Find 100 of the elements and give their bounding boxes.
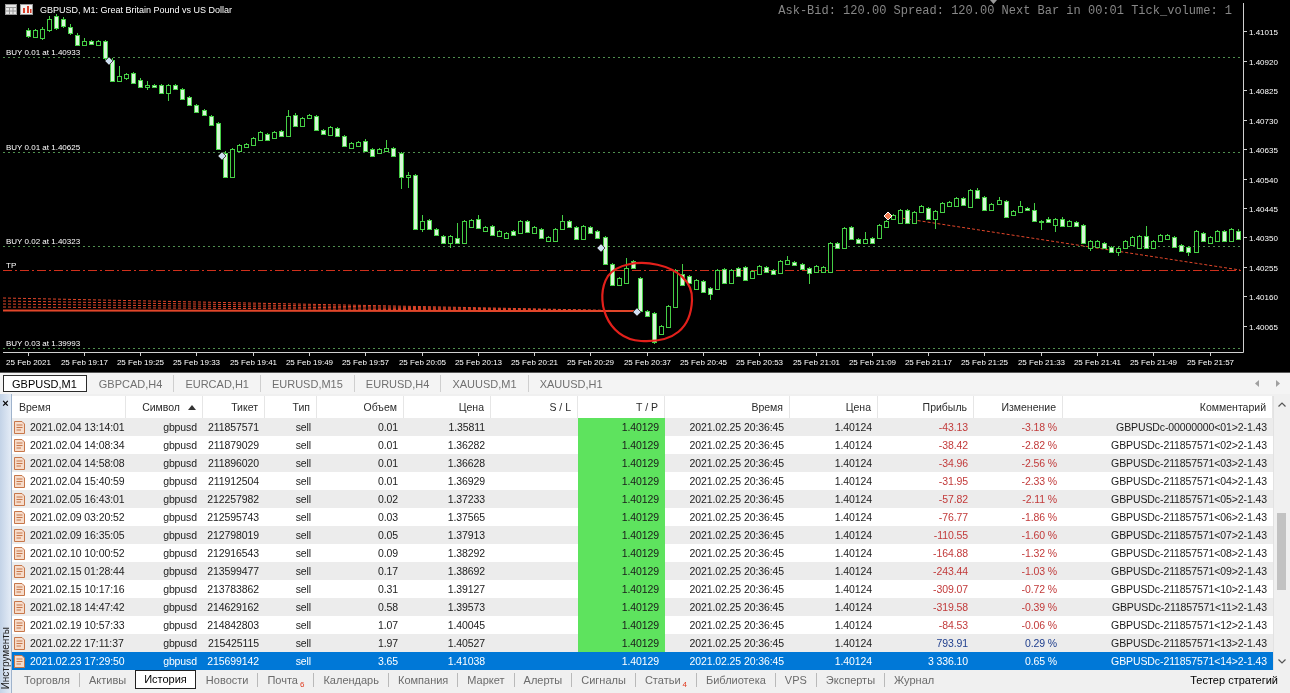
table-cell-text: 1.40124 (833, 528, 873, 543)
table-cell-text: 211912504 (207, 474, 260, 489)
chart-tab[interactable]: EURCAD,H1 (173, 375, 260, 392)
table-cell-text: 1.35811 (447, 420, 486, 435)
time-axis-label: 25 Feb 2021 (6, 358, 51, 367)
candlestick (638, 276, 643, 313)
table-row[interactable]: 2021.02.04 14:58:08 gbpusd 211896020 sell 0.01 1.36628 1.40129 2021.02.25 20:36:45 1.40124 -34.96 -2.56 % GBPUSDc-211857571<03>2-1.43 (12, 454, 1273, 472)
strategy-tester-tab[interactable]: Тестер стратегий (1190, 674, 1278, 686)
candlestick (68, 23, 73, 36)
panel-tab[interactable]: Маркет (457, 673, 514, 687)
chart-tab[interactable]: XAUUSD,H1 (527, 375, 614, 392)
candlestick (1172, 235, 1177, 249)
chart-tab[interactable]: EURUSD,H4 (353, 375, 441, 392)
table-cell-text: 1.39573 (446, 600, 486, 615)
panel-tab[interactable]: Библиотека (696, 673, 775, 687)
candlestick (588, 225, 593, 235)
table-cell: 1.40129 (578, 634, 665, 652)
candlestick (406, 171, 411, 189)
scroll-up-icon[interactable] (1277, 402, 1286, 407)
candlestick (687, 274, 692, 285)
time-axis-label: 25 Feb 20:37 (623, 358, 672, 367)
table-cell-text: -2.56 % (1020, 456, 1058, 471)
panel-tab[interactable]: VPS (774, 673, 816, 687)
candlestick (532, 225, 537, 235)
table-cell-text: 215425115 (207, 636, 260, 651)
candlestick (1067, 219, 1072, 228)
table-cell-text: 0.02 (376, 492, 399, 507)
candlestick (1201, 231, 1206, 243)
candlestick (476, 214, 481, 230)
trade-marker-icon (104, 56, 114, 66)
candlestick (898, 208, 903, 225)
chart-tab[interactable]: GBPCAD,H4 (86, 375, 174, 392)
candlestick (539, 227, 544, 240)
table-cell-text: GBPUSDc-211857571<06>2-1.43 (1110, 510, 1268, 525)
table-cell-text: 214629162 (206, 600, 260, 615)
chart-tab[interactable]: XAUUSD,M1 (440, 375, 528, 392)
chart-info-text: Ask-Bid: 120.00 Spread: 120.00 Next Bar in 00:01 Tick_volume: 1 (778, 5, 1232, 17)
table-cell-text: 2021.02.25 20:36:45 (688, 420, 785, 435)
price-axis-label: 1.40255 (1249, 263, 1278, 273)
table-row[interactable]: 2021.02.15 01:28:44 gbpusd 213599477 sell 0.17 1.38692 1.40129 2021.02.25 20:36:45 1.40124 -243.44 -1.03 % GBPUSDc-211857571<09>2-1.43 (12, 562, 1273, 580)
price-level-label: BUY 0.01 at 1.40625 (6, 142, 81, 152)
candlestick (61, 16, 66, 29)
table-cell-text: -0.72 % (1020, 582, 1058, 597)
candlestick (33, 28, 38, 39)
candlestick (138, 77, 143, 89)
panel-tab[interactable]: Компания (387, 673, 458, 687)
close-button[interactable]: × (2, 398, 9, 409)
table-cell-text: 1.39127 (446, 582, 486, 597)
shift-marker-icon (990, 0, 997, 4)
candlestick (40, 26, 45, 41)
candlestick (1095, 239, 1100, 249)
candlestick (1229, 227, 1234, 243)
candlestick (152, 83, 157, 89)
time-axis-label: 25 Feb 20:21 (510, 358, 559, 367)
table-row[interactable]: 2021.02.09 16:35:05 gbpusd 212798019 sell 0.05 1.37913 1.40129 2021.02.25 20:36:45 1.40124 -110.55 -1.60 % GBPUSDc-211857571<07>2-1.43 (12, 526, 1273, 544)
table-cell-text: 0.03 (376, 510, 399, 525)
document-icon (14, 492, 25, 506)
time-axis-label: 25 Feb 20:13 (454, 358, 503, 367)
candlestick (807, 266, 812, 285)
candlestick (173, 83, 178, 91)
panel-tab[interactable]: Эксперты (815, 673, 885, 687)
scrollbar-thumb[interactable] (1277, 513, 1286, 590)
candlestick (286, 109, 291, 138)
table-row[interactable]: 2021.02.18 14:47:42 gbpusd 214629162 sell 0.58 1.39573 1.40129 2021.02.25 20:36:45 1.40124 -319.58 -0.39 % GBPUSDc-211857571<11>2-1.43 (12, 598, 1273, 616)
trade-marker-icon (632, 307, 642, 317)
table-cell-text: gbpusd (162, 618, 198, 633)
candlestick (743, 265, 748, 282)
panel-tab[interactable]: Календарь (313, 673, 388, 687)
candlestick (595, 229, 600, 240)
panel-tab[interactable]: Торговля (14, 673, 79, 687)
table-cell-text: sell (294, 654, 312, 669)
table-row[interactable]: 2021.02.04 13:14:01 gbpusd 211857571 sell 0.01 1.35811 1.40129 2021.02.25 20:36:45 1.40124 -43.13 -3.18 % GBPUSDc-00000000<01>2-1.43 (12, 418, 1273, 436)
left-arrow-icon[interactable] (1255, 380, 1259, 387)
panel-tab[interactable]: История (135, 669, 196, 689)
candlestick (1186, 245, 1191, 257)
chart-tab[interactable]: GBPUSD,M1 (3, 375, 87, 392)
table-cell-text: -2.11 % (1021, 492, 1058, 507)
candlestick (1004, 199, 1009, 219)
chart-tab[interactable]: EURUSD,M15 (259, 375, 354, 392)
table-cell-text: 215699142 (206, 654, 260, 669)
unread-count-label: 6 (300, 679, 305, 689)
table-icon (5, 4, 17, 15)
table-cell-text: 0.05 (376, 528, 399, 543)
table-row[interactable]: 2021.02.23 17:29:50 gbpusd 215699142 sell 3.65 1.41038 1.40129 2021.02.25 20:36:45 1.40124 3 336.10 0.65 % GBPUSDc-211857571<14>2-1.43 (12, 652, 1273, 670)
candlestick (89, 39, 94, 46)
panel-tab[interactable]: Сигналы (571, 673, 635, 687)
table-row[interactable]: 2021.02.05 16:43:01 gbpusd 212257982 sell 0.02 1.37233 1.40129 2021.02.25 20:36:45 1.40124 -57.82 -2.11 % GBPUSDc-211857571<05>2-1.43 (12, 490, 1273, 508)
scroll-down-icon[interactable] (1277, 659, 1286, 664)
panel-tab[interactable]: Алерты (513, 673, 572, 687)
table-cell-text: sell (294, 474, 312, 489)
table-cell-text: 3.65 (376, 654, 399, 669)
table-row[interactable]: 2021.02.22 17:11:37 gbpusd 215425115 sell 1.97 1.40527 1.40129 2021.02.25 20:36:45 1.40124 793.91 0.29 % GBPUSDc-211857571<13>2-1.43 (12, 634, 1273, 652)
panel-tab[interactable]: Журнал (884, 673, 944, 687)
scrollbar[interactable] (1273, 396, 1289, 670)
panel-tab[interactable]: Новости (195, 673, 258, 687)
right-arrow-icon[interactable] (1276, 380, 1280, 387)
table-cell-text: 1.36282 (446, 438, 486, 453)
price-axis-label: 1.40350 (1249, 233, 1278, 243)
candlestick (574, 225, 579, 241)
candlestick (328, 125, 333, 137)
